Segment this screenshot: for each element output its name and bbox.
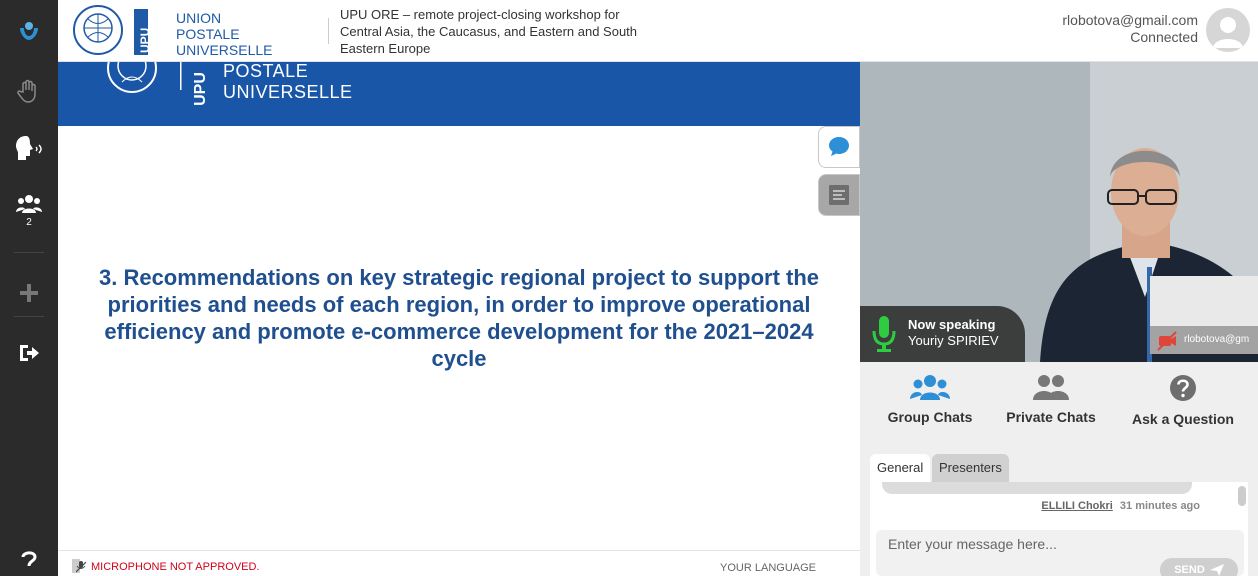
mic-warning: MICROPHONE NOT APPROVED. [76, 561, 260, 573]
presentation-slide: UPU POSTALE UNIVERSELLE 3. Recommendatio… [58, 62, 860, 550]
rail-divider [14, 316, 44, 317]
speech-bubble-icon [829, 137, 849, 156]
group-chats-icon [910, 375, 950, 400]
message-time: 31 minutes ago [1119, 500, 1200, 512]
tab-ask-question[interactable]: Ask a Question [1118, 374, 1248, 427]
slide-band-wordmark: POSTALE UNIVERSELLE [223, 62, 353, 103]
message-meta: ELLILI Chokri 31 minutes ago [870, 500, 1200, 512]
notes-toggle-button[interactable] [818, 174, 860, 216]
tab-private-chats[interactable]: Private Chats [991, 374, 1111, 425]
slide-header-band: UPU POSTALE UNIVERSELLE [58, 62, 860, 126]
event-title: UPU ORE – remote project-closing worksho… [340, 7, 638, 56]
tab-ask-question-label: Ask a Question [1132, 411, 1234, 427]
header-divider [328, 18, 329, 44]
exit-button[interactable] [0, 330, 58, 376]
question-circle-icon [1170, 375, 1196, 401]
send-button[interactable]: SEND [1160, 558, 1238, 576]
user-avatar[interactable] [1206, 8, 1250, 52]
slide-heading: 3. Recommendations on key strategic regi… [98, 265, 820, 371]
participants-icon [16, 194, 42, 213]
self-view: rlobotova@gm [1150, 276, 1258, 354]
speak-button[interactable] [0, 126, 58, 172]
subtab-presenters[interactable]: Presenters [932, 454, 1009, 482]
language-selector[interactable]: YOUR LANGUAGE [720, 562, 816, 574]
connection-status: Connected [1130, 29, 1198, 45]
plus-icon [20, 284, 38, 302]
app-logo-button[interactable] [0, 8, 58, 54]
un-emblem-icon [73, 5, 148, 55]
slide-upu-abbrev: UPU [191, 72, 209, 106]
app-logo-icon [20, 22, 38, 40]
message-bubble [882, 482, 1192, 494]
user-silhouette-icon [1213, 17, 1243, 48]
top-header: UPU UNION POSTALE UNIVERSELLE UPU ORE – … [58, 0, 1258, 62]
private-chats-icon [1033, 375, 1069, 400]
app-root: 2 UNION POSTALE UNIVERSELLE UPU ORE – re… [0, 0, 1258, 576]
bottom-bar: MICROPHONE NOT APPROVED. YOUR LANGUAGE [58, 550, 860, 576]
hand-icon [17, 79, 36, 103]
camera-off-icon [1157, 331, 1177, 351]
send-arrow-icon [1209, 564, 1224, 576]
question-mark-icon [21, 551, 37, 567]
user-email: rlobotova@gmail.com [1062, 12, 1198, 28]
self-view-bar: rlobotova@gm [1150, 326, 1258, 354]
chat-toggle-button[interactable] [818, 126, 860, 168]
slide-band-line: POSTALE [223, 62, 309, 81]
upu-logo: UPU UNION POSTALE UNIVERSELLE [68, 5, 318, 58]
participants-count: 2 [26, 216, 32, 228]
now-speaking-overlay: Now speaking Youriy SPIRIEV [860, 306, 1025, 362]
raise-hand-button[interactable] [0, 68, 58, 114]
message-author[interactable]: ELLILI Chokri [1041, 500, 1113, 512]
mic-muted-icon [76, 561, 86, 573]
logo-line: UNIVERSELLE [176, 42, 273, 58]
microphone-icon [872, 316, 896, 352]
logo-line: POSTALE [176, 26, 240, 42]
help-button[interactable] [0, 548, 58, 576]
logo-wordmark: UNION POSTALE UNIVERSELLE [176, 10, 272, 58]
chat-panel: Group Chats Private Chats Ask a Question… [860, 362, 1258, 576]
exit-icon [20, 345, 39, 361]
slide-band-line: UNIVERSELLE [223, 82, 353, 102]
tab-private-chats-label: Private Chats [1006, 409, 1096, 425]
now-speaking-label: Now speaking [908, 317, 996, 332]
speaker-video: Now speaking Youriy SPIRIEV rlobotova@gm [860, 62, 1258, 362]
speaker-name: Youriy SPIRIEV [908, 333, 999, 348]
left-rail: 2 [0, 0, 58, 576]
subtab-general[interactable]: General [870, 454, 931, 482]
speaker-head-icon [16, 136, 42, 160]
send-label: SEND [1174, 564, 1205, 576]
chat-scrollbar[interactable] [1238, 486, 1246, 506]
tab-group-chats-label: Group Chats [887, 409, 973, 425]
participants-button[interactable]: 2 [0, 186, 58, 234]
logo-line: UNION [176, 10, 222, 26]
self-view-name: rlobotova@gm [1184, 334, 1250, 345]
document-icon [829, 185, 849, 205]
chat-messages: ELLILI Chokri 31 minutes ago SEND [870, 482, 1248, 576]
tab-group-chats[interactable]: Group Chats [870, 374, 990, 425]
rail-divider [14, 252, 44, 253]
mic-warning-text: MICROPHONE NOT APPROVED. [91, 561, 260, 573]
add-button[interactable] [0, 270, 58, 316]
upu-abbrev: UPU [138, 28, 152, 53]
